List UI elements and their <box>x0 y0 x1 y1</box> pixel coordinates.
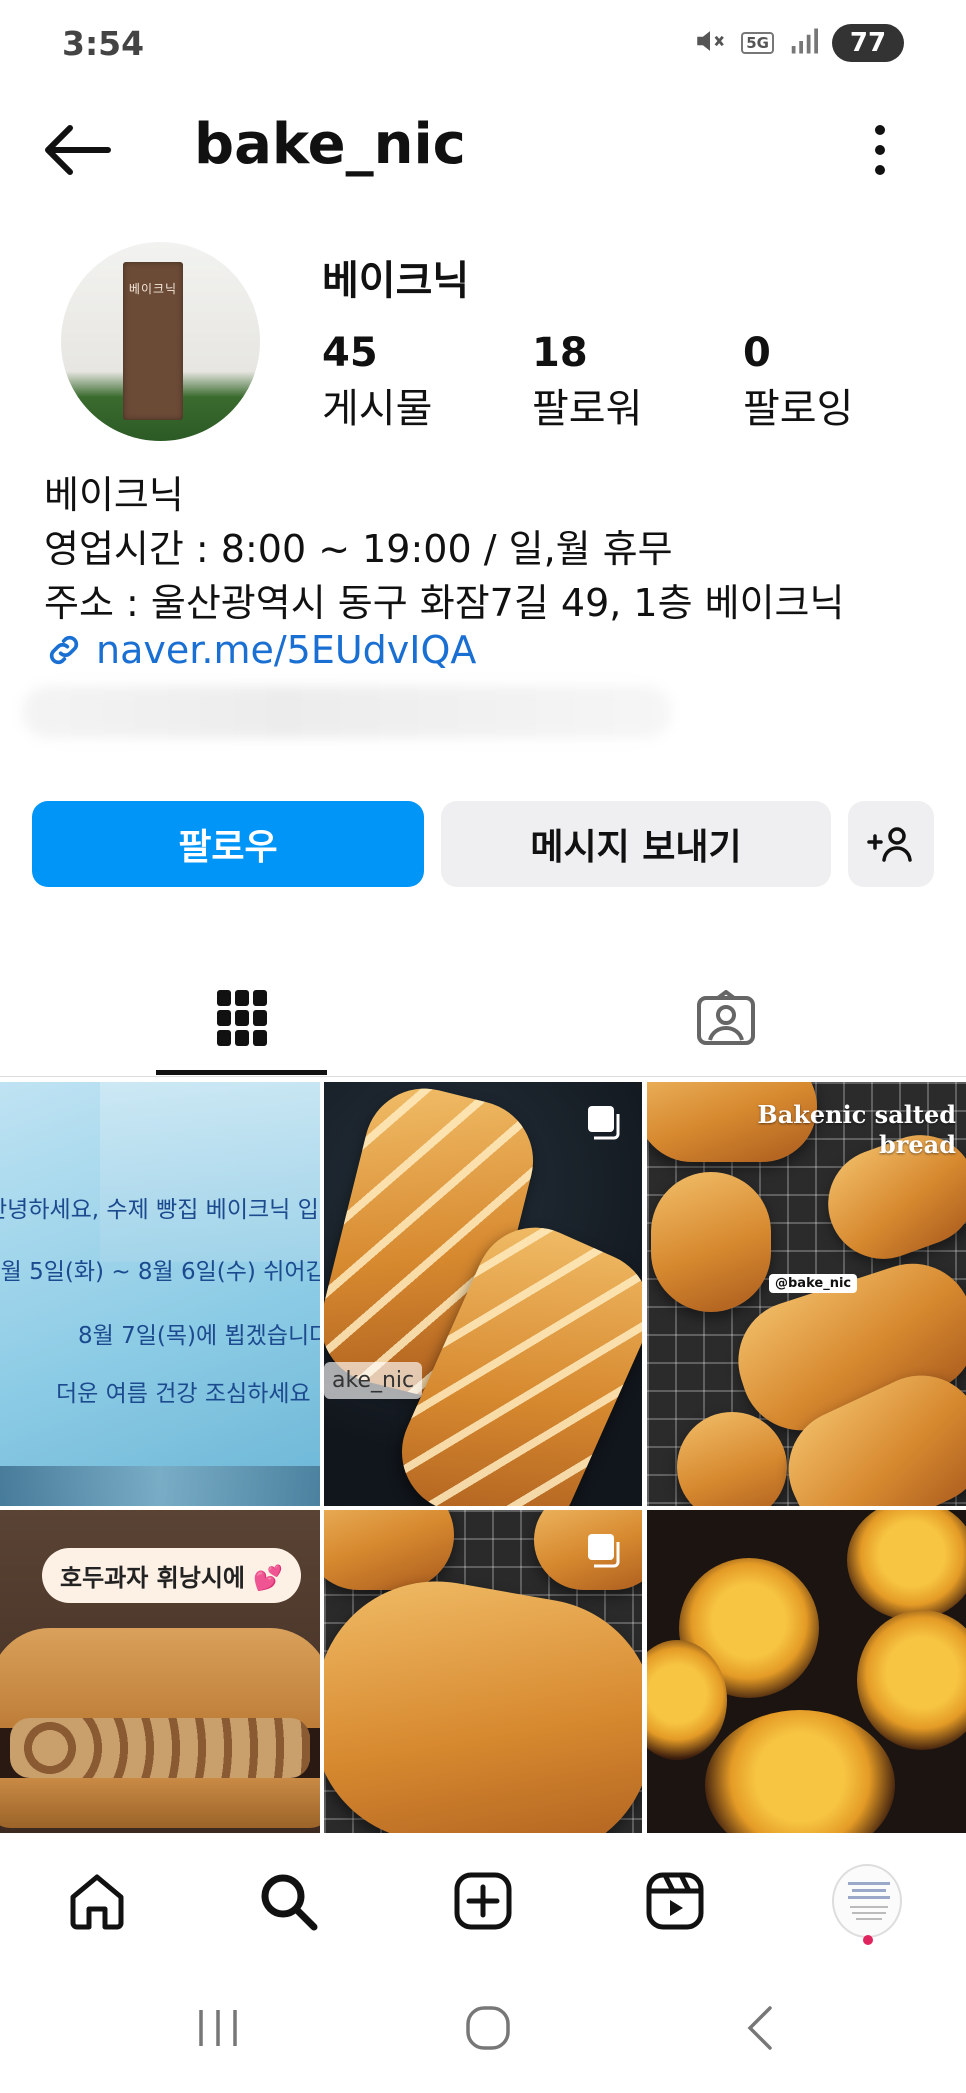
more-vertical-icon <box>875 125 885 175</box>
profile-icon <box>832 1864 902 1938</box>
nav-create[interactable] <box>448 1866 518 1936</box>
notice-line-1: 안녕하세요, 수제 빵집 베이크닉 입니 <box>0 1197 320 1223</box>
bottom-nav <box>0 1840 966 1958</box>
5g-icon: 5G <box>741 32 774 54</box>
grid-post-salt-bread-1[interactable]: ake_nic <box>324 1082 642 1506</box>
post-caption: Bakenic salted bread <box>757 1100 956 1160</box>
bio-link[interactable]: naver.me/5EUdvIQA <box>44 628 476 672</box>
tab-posts-grid[interactable] <box>156 960 327 1076</box>
tabs-divider <box>0 1076 966 1077</box>
nav-search[interactable] <box>253 1866 323 1936</box>
stat-following-label: 팔로잉 <box>743 386 854 432</box>
post-caption-line-1: Bakenic salted <box>757 1100 956 1129</box>
notice-line-3: 8월 7일(목)에 뵙겠습니다. <box>78 1323 320 1349</box>
stat-following[interactable]: 0 팔로잉 <box>743 330 853 434</box>
stat-posts[interactable]: 45 게시물 <box>322 330 432 434</box>
follow-button[interactable]: 팔로우 <box>32 801 424 887</box>
post-pill-label: 호두과자 휘낭시에 💕 <box>42 1548 302 1603</box>
notice-line-4: 더운 여름 건강 조심하세요 ♡ <box>56 1381 320 1407</box>
grid-post-notice[interactable]: 안녕하세요, 수제 빵집 베이크닉 입니 8월 5일(화) ~ 8월 6일(수)… <box>0 1082 320 1506</box>
link-icon <box>49 635 79 665</box>
notification-dot <box>863 1935 873 1945</box>
multi-photo-icon <box>588 1534 620 1568</box>
message-button[interactable]: 메시지 보내기 <box>441 801 831 887</box>
back-button[interactable] <box>38 118 116 182</box>
avatar[interactable]: 베이크닉 <box>61 242 260 441</box>
grid-post-salt-bread-3[interactable] <box>324 1510 642 1833</box>
post-tag: @bake_nic <box>769 1274 858 1293</box>
grid-post-egg-tart[interactable] <box>647 1510 966 1833</box>
bio-address: 주소 : 울산광역시 동구 화잠7길 49, 1층 베이크닉 <box>44 581 845 625</box>
avatar-sign-text: 베이크닉 <box>128 282 178 296</box>
status-icons: 5G 77 <box>693 24 904 62</box>
search-icon <box>261 1874 318 1931</box>
nav-profile[interactable] <box>832 1864 902 1938</box>
watermark-text: ake_nic <box>324 1362 423 1399</box>
status-time: 3:54 <box>62 24 145 63</box>
reels-icon <box>646 1872 704 1930</box>
stat-followers-value: 18 <box>532 330 588 376</box>
signal-icon <box>788 26 818 60</box>
grid-post-salt-bread-2[interactable]: Bakenic salted bread @bake_nic <box>647 1082 966 1506</box>
stat-followers[interactable]: 18 팔로워 <box>532 330 642 434</box>
nav-reels[interactable] <box>640 1866 710 1936</box>
stat-followers-label: 팔로워 <box>532 386 643 432</box>
more-options-button[interactable] <box>860 118 900 182</box>
home-circle-icon <box>466 2006 510 2050</box>
add-person-icon <box>867 827 912 862</box>
grid-post-walnut-financier[interactable]: 호두과자 휘낭시에 💕 <box>0 1510 320 1833</box>
multi-photo-icon <box>588 1106 620 1140</box>
stat-posts-value: 45 <box>322 330 378 376</box>
system-nav-bar <box>0 1960 966 2093</box>
stat-posts-label: 게시물 <box>322 386 433 432</box>
system-back-button[interactable] <box>730 2000 790 2056</box>
stat-following-value: 0 <box>743 330 771 376</box>
create-icon <box>454 1872 512 1930</box>
avatar-shop-sign: 베이크닉 <box>123 262 183 420</box>
recent-apps-button[interactable] <box>188 2000 248 2056</box>
grid-icon <box>216 990 267 1046</box>
battery-icon: 77 <box>832 24 904 62</box>
mute-icon <box>693 24 727 62</box>
post-caption-line-2: bread <box>878 1130 956 1159</box>
display-name: 베이크닉 <box>322 258 470 304</box>
blurred-bio-line <box>22 686 672 738</box>
back-chevron-icon <box>747 2006 772 2050</box>
bio-hours: 영업시간 : 8:00 ~ 19:00 / 일,월 휴무 <box>44 527 673 571</box>
system-home-button[interactable] <box>458 2000 518 2056</box>
notice-line-2: 8월 5일(화) ~ 8월 6일(수) 쉬어갑니다 <box>0 1259 320 1285</box>
bio-name: 베이크닉 <box>44 473 184 517</box>
home-icon <box>70 1874 124 1930</box>
nav-home[interactable] <box>62 1866 132 1936</box>
tab-tagged[interactable] <box>640 960 811 1076</box>
bio-link-text[interactable]: naver.me/5EUdvIQA <box>96 628 476 672</box>
back-arrow-icon <box>45 125 111 175</box>
page-title: bake_nic <box>194 112 466 177</box>
tagged-icon <box>696 990 755 1045</box>
suggested-accounts-button[interactable] <box>848 801 934 887</box>
recent-apps-icon <box>199 2010 237 2046</box>
active-tab-indicator <box>156 1070 327 1075</box>
